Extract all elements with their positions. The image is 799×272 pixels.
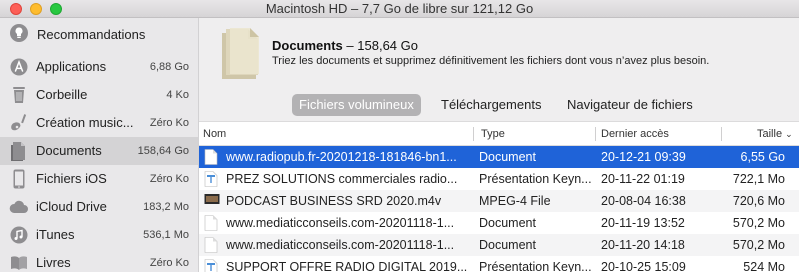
applications-icon [9, 58, 29, 76]
sidebar-item-label: iTunes [36, 227, 75, 242]
file-name: www.radiopub.fr-20201218-181846-bn1... [226, 150, 457, 164]
column-header-type[interactable]: Type [481, 128, 505, 140]
document-file-icon [204, 215, 218, 231]
sidebar-item-size: Zéro Ko [149, 117, 189, 129]
column-header-size-label: Taille [757, 128, 783, 140]
lightbulb-icon [9, 23, 29, 46]
category-name: Documents [272, 38, 343, 53]
file-size: 570,2 Mo [732, 216, 785, 230]
file-last-access: 20-10-25 15:09 [601, 260, 686, 272]
file-name: www.mediaticconseils.com-20201118-1... [226, 216, 455, 230]
file-type: Document [479, 216, 536, 230]
file-last-access: 20-12-21 09:39 [601, 150, 686, 164]
column-header-last-access[interactable]: Dernier accès [601, 128, 669, 140]
keynote-file-icon [204, 171, 218, 187]
sidebar: Recommandations Applications 6,88 Go Cor… [0, 18, 199, 272]
guitar-icon [9, 114, 29, 132]
sidebar-item-label: Recommandations [37, 27, 146, 42]
file-type: Présentation Keyn... [479, 260, 592, 272]
category-description: Triez les documents et supprimez définit… [272, 55, 710, 67]
tab-large-files[interactable]: Fichiers volumineux [292, 94, 421, 116]
file-last-access: 20-11-19 13:52 [601, 216, 685, 230]
sidebar-item-label: Livres [36, 255, 71, 270]
window-title: Macintosh HD – 7,7 Go de libre sur 121,1… [265, 1, 534, 16]
category-size: – 158,64 Go [346, 38, 418, 53]
column-divider[interactable] [721, 127, 722, 141]
table-row[interactable]: www.mediaticconseils.com-20201118-1... D… [199, 234, 799, 256]
file-name: PODCAST BUSINESS SRD 2020.m4v [226, 194, 442, 208]
main-pane: Documents – 158,64 Go Triez les document… [199, 18, 799, 272]
sidebar-item-size: 4 Ko [166, 89, 189, 101]
sidebar-item-documents[interactable]: Documents 158,64 Go [0, 137, 198, 165]
sidebar-item-label: Documents [36, 143, 102, 158]
table-row[interactable]: www.mediaticconseils.com-20201118-1... D… [199, 212, 799, 234]
file-type: Présentation Keyn... [479, 172, 592, 186]
sidebar-item-ios-files[interactable]: Fichiers iOS Zéro Ko [0, 165, 198, 193]
sidebar-item-label: Corbeille [36, 87, 88, 102]
music-note-icon [9, 226, 29, 244]
document-icon [9, 142, 29, 161]
file-size: 720,6 Mo [732, 194, 785, 208]
table-row[interactable]: www.radiopub.fr-20201218-181846-bn1... D… [199, 146, 799, 168]
tab-downloads[interactable]: Téléchargements [434, 94, 548, 116]
column-header-name[interactable]: Nom [203, 128, 226, 140]
sidebar-item-music-creation[interactable]: Création music... Zéro Ko [0, 109, 198, 137]
iphone-icon [9, 169, 29, 189]
sidebar-item-label: Fichiers iOS [36, 171, 107, 186]
sidebar-item-itunes[interactable]: iTunes 536,1 Mo [0, 221, 198, 249]
category-header: Documents – 158,64 Go Triez les document… [199, 18, 799, 88]
documents-large-icon [218, 27, 260, 82]
column-divider[interactable] [473, 127, 474, 141]
sidebar-item-size: 183,2 Mo [143, 201, 189, 213]
sidebar-item-size: Zéro Ko [149, 173, 189, 185]
keynote-file-icon [204, 259, 218, 272]
file-name: www.mediaticconseils.com-20201118-1... [226, 238, 455, 252]
file-last-access: 20-11-22 01:19 [601, 172, 685, 186]
document-file-icon [204, 237, 218, 253]
table-row[interactable]: PREZ SOLUTIONS commerciales radio... Pré… [199, 168, 799, 190]
sidebar-item-recommendations[interactable]: Recommandations [9, 23, 145, 46]
tab-bar: Fichiers volumineux Téléchargements Navi… [199, 88, 799, 122]
table-header: Nom Type Dernier accès Taille ⌄ [199, 122, 799, 146]
sidebar-item-size: 536,1 Mo [143, 229, 189, 241]
column-header-size[interactable]: Taille ⌄ [757, 128, 793, 140]
sidebar-item-icloud-drive[interactable]: iCloud Drive 183,2 Mo [0, 193, 198, 221]
sidebar-item-label: Applications [36, 59, 107, 74]
cloud-icon [9, 198, 29, 216]
file-type: MPEG-4 File [479, 194, 551, 208]
file-type: Document [479, 238, 536, 252]
sidebar-item-trash[interactable]: Corbeille 4 Ko [0, 81, 198, 109]
file-name: SUPPORT OFFRE RADIO DIGITAL 2019... [226, 260, 468, 272]
file-last-access: 20-08-04 16:38 [601, 194, 686, 208]
chevron-down-icon: ⌄ [785, 129, 793, 139]
sidebar-item-label: iCloud Drive [36, 199, 107, 214]
sidebar-item-size: 6,88 Go [149, 61, 189, 73]
column-divider[interactable] [595, 127, 596, 141]
sidebar-item-label: Création music... [36, 115, 134, 130]
sidebar-item-applications[interactable]: Applications 6,88 Go [0, 53, 198, 81]
file-size: 570,2 Mo [732, 238, 785, 252]
file-size: 6,55 Go [740, 150, 785, 164]
title-bar: Macintosh HD – 7,7 Go de libre sur 121,1… [0, 0, 799, 18]
file-name: PREZ SOLUTIONS commerciales radio... [226, 172, 458, 186]
page-title: Documents – 158,64 Go [272, 38, 418, 53]
sidebar-item-size: Zéro Ko [149, 257, 189, 269]
sidebar-item-books[interactable]: Livres Zéro Ko [0, 249, 198, 272]
table-row[interactable]: PODCAST BUSINESS SRD 2020.m4v MPEG-4 Fil… [199, 190, 799, 212]
trash-icon [9, 86, 29, 104]
table-row[interactable]: SUPPORT OFFRE RADIO DIGITAL 2019... Prés… [199, 256, 799, 272]
sidebar-item-size: 158,64 Go [137, 145, 189, 157]
book-icon [9, 254, 29, 272]
file-size: 722,1 Mo [732, 172, 785, 186]
tab-file-browser[interactable]: Navigateur de fichiers [560, 94, 700, 116]
video-file-icon [204, 193, 220, 209]
document-file-icon [204, 149, 218, 165]
file-size: 524 Mo [743, 260, 785, 272]
file-last-access: 20-11-20 14:18 [601, 238, 685, 252]
file-type: Document [479, 150, 536, 164]
